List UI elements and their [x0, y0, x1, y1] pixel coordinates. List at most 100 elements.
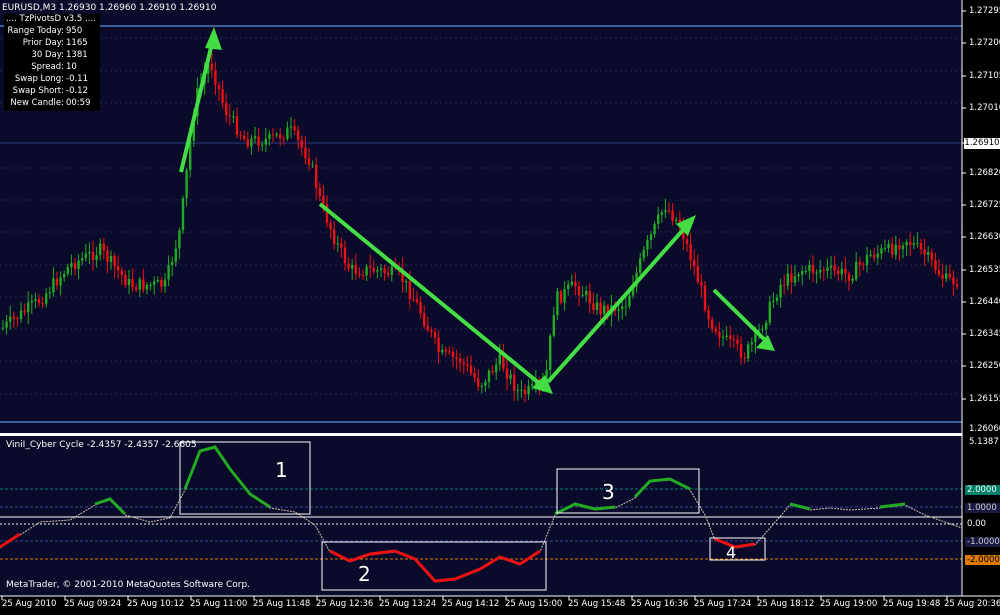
- candle-body: [250, 138, 253, 147]
- candle-body: [149, 284, 152, 286]
- chart-canvas[interactable]: [0, 0, 1000, 611]
- candle-body: [160, 279, 163, 287]
- candle-body: [30, 300, 33, 303]
- candle-body: [59, 277, 62, 286]
- candle-body: [955, 284, 959, 287]
- candle-body: [246, 139, 249, 147]
- candle-body: [653, 223, 656, 235]
- candle-body: [477, 378, 480, 387]
- candle-body: [793, 276, 797, 283]
- pivot-label: Range Today:: [7, 26, 64, 36]
- candle-body: [379, 268, 383, 270]
- candle-body: [883, 247, 887, 249]
- candle-body: [369, 266, 372, 268]
- candle-body: [829, 265, 833, 268]
- candle-body: [142, 279, 145, 290]
- candle-body: [934, 259, 937, 271]
- candle-body: [739, 343, 743, 358]
- candle-body: [556, 291, 559, 316]
- price-label: 1.26060: [969, 424, 1000, 434]
- candle-body: [304, 147, 307, 159]
- candle-body: [181, 198, 185, 231]
- chart-window[interactable]: EURUSD,M3 1.26930 1.26960 1.26910 1.2691…: [0, 0, 1000, 611]
- price-pane[interactable]: [0, 0, 962, 433]
- candle-body: [847, 273, 851, 281]
- candle-body: [945, 273, 948, 279]
- indicator-max-label: 5.1387: [969, 437, 999, 447]
- candle-body: [307, 158, 311, 165]
- candle-body: [480, 385, 483, 387]
- candle-body: [235, 116, 239, 135]
- candle-body: [174, 248, 177, 262]
- candle-body: [365, 266, 368, 276]
- candle-body: [102, 243, 105, 251]
- candle-body: [124, 275, 127, 286]
- candle-body: [685, 239, 689, 244]
- pivot-label: Spread:: [31, 62, 64, 72]
- candle-body: [41, 303, 44, 305]
- candle-body: [16, 318, 19, 320]
- candle-body: [354, 264, 357, 274]
- candle-body: [117, 266, 120, 271]
- price-label: 1.27010: [969, 103, 1000, 113]
- candle-body: [941, 274, 944, 279]
- candle-body: [858, 262, 861, 265]
- candle-body: [127, 278, 131, 286]
- candle-body: [408, 281, 411, 300]
- candle-body: [520, 389, 523, 391]
- candle-body: [131, 278, 134, 288]
- candle-body: [81, 258, 84, 261]
- candle-body: [516, 389, 519, 391]
- candle-body: [696, 266, 699, 283]
- candle-body: [419, 302, 422, 314]
- candle-body: [664, 210, 667, 213]
- candle-body: [624, 306, 627, 308]
- candle-body: [156, 279, 159, 282]
- pivot-label: Prior Day:: [22, 38, 64, 48]
- candle-body: [318, 187, 321, 197]
- candle-body: [765, 322, 768, 330]
- candle-body: [775, 297, 779, 301]
- candle-body: [891, 243, 894, 255]
- candle-body: [577, 286, 581, 296]
- time-label: 25 Aug 11:48: [253, 599, 311, 609]
- candle-body: [909, 241, 912, 245]
- candle-body: [390, 266, 393, 275]
- pane-separator[interactable]: [0, 433, 1000, 436]
- pivot-row: Swap Long: -0.11: [4, 74, 100, 86]
- candle-body: [343, 247, 347, 264]
- candle-body: [77, 260, 80, 269]
- candle-body: [617, 309, 620, 311]
- candle-body: [711, 319, 714, 329]
- pivot-value: 1381: [66, 50, 88, 60]
- candle-body: [865, 255, 869, 266]
- candle-body: [873, 254, 876, 258]
- candle-body: [70, 263, 73, 267]
- candle-body: [509, 374, 512, 379]
- candle-body: [441, 349, 444, 353]
- candle-body: [297, 130, 300, 141]
- candle-body: [621, 306, 624, 310]
- candle-body: [732, 338, 735, 340]
- pivot-label: New Candle:: [10, 98, 64, 108]
- candle-body: [887, 243, 890, 248]
- indicator-title: ViniI_Cyber Cycle -2.4357 -2.4357 -2.660…: [6, 440, 197, 450]
- candle-body: [9, 316, 12, 322]
- candle-body: [228, 115, 231, 117]
- candle-body: [721, 336, 725, 338]
- time-label: 25 Aug 17:24: [694, 599, 752, 609]
- candle-body: [948, 273, 951, 278]
- candle-body: [498, 353, 501, 365]
- pivot-value: 00:59: [66, 98, 91, 108]
- time-label: 25 Aug 18:12: [757, 599, 815, 609]
- candle-body: [862, 264, 865, 266]
- candle-body: [923, 249, 926, 255]
- candle-body: [786, 273, 789, 286]
- candle-body: [444, 349, 447, 352]
- price-label: 1.26250: [969, 361, 1000, 371]
- price-label: 1.26820: [969, 168, 1000, 178]
- indicator-pane[interactable]: [0, 436, 962, 596]
- candle-body: [430, 330, 433, 333]
- candle-body: [448, 351, 451, 353]
- candle-body: [628, 295, 631, 307]
